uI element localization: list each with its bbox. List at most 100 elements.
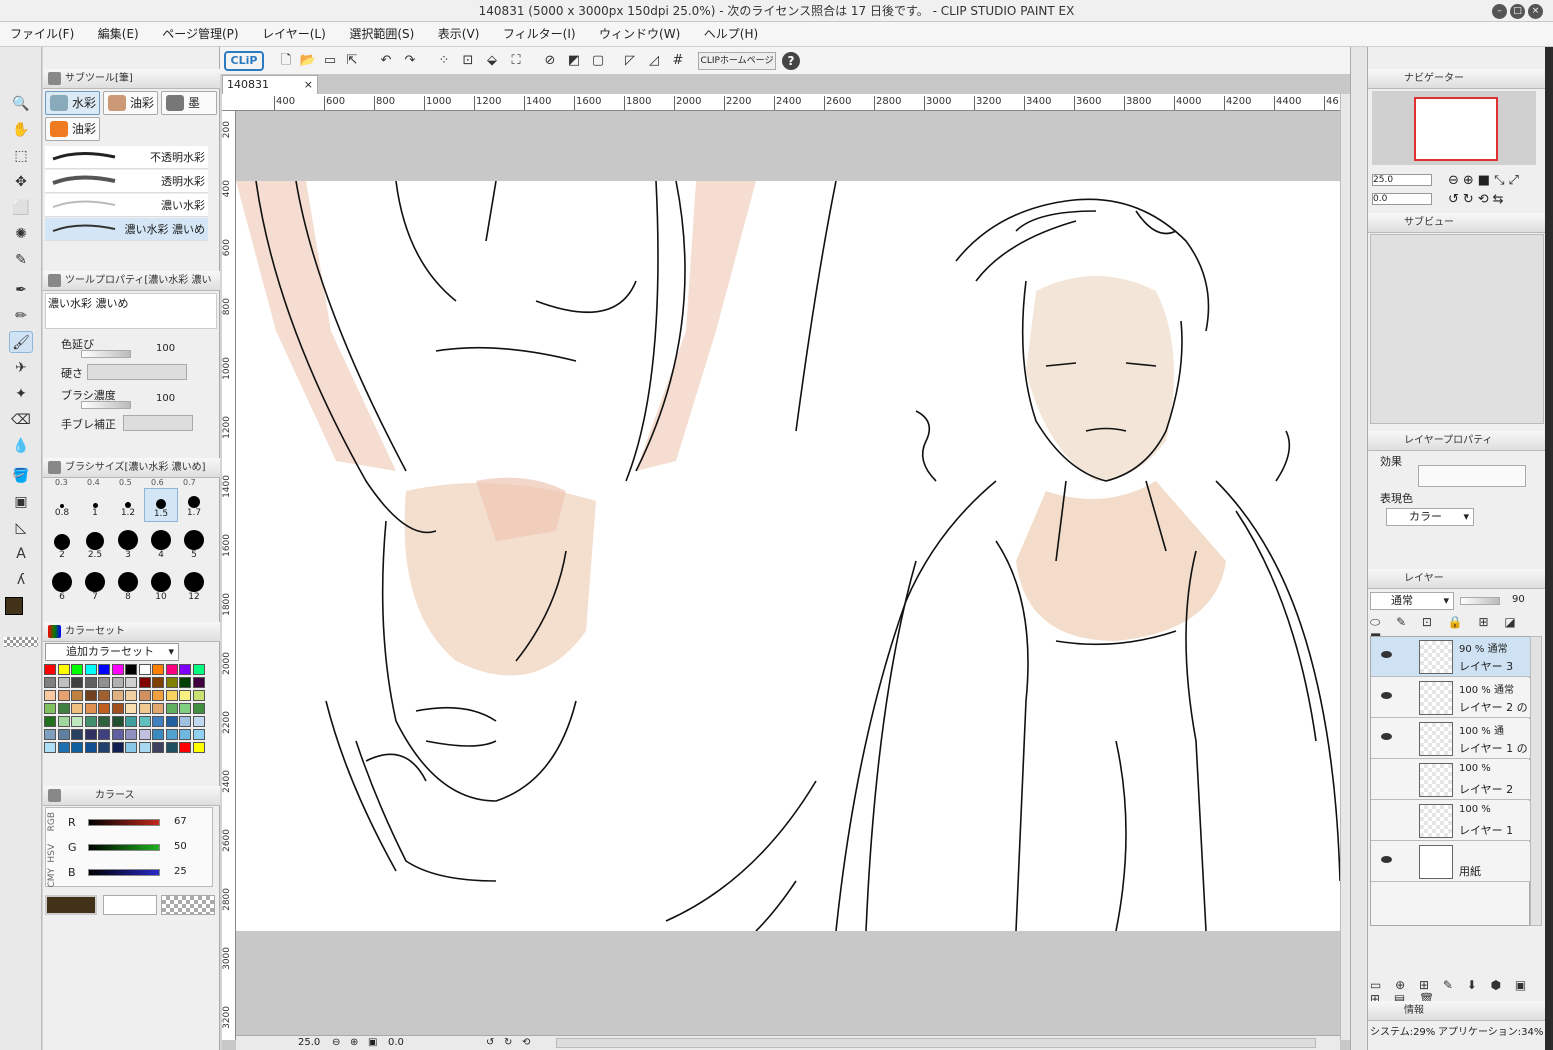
menu-help[interactable]: ヘルプ(H) — [694, 22, 768, 46]
rotate-left-icon[interactable]: ↺ — [486, 1036, 494, 1050]
fit-icon[interactable]: ▣ — [368, 1036, 377, 1050]
export-icon[interactable]: ⇱ — [342, 51, 362, 71]
auto-select-icon[interactable]: ✺ — [9, 223, 33, 245]
hand-tool-icon[interactable]: ✋ — [9, 119, 33, 141]
color-swatch[interactable] — [111, 729, 124, 740]
color-swatch[interactable] — [192, 742, 205, 753]
maximize-icon[interactable]: □ — [1510, 4, 1525, 19]
color-swatch[interactable] — [71, 677, 83, 688]
nav-zoom-buttons[interactable]: ⊖⊕■⤡⤢ — [1448, 173, 1523, 188]
brush-size-option[interactable]: 1.5 — [144, 488, 178, 522]
drawing-canvas[interactable] — [236, 181, 1340, 931]
blend-tool-icon[interactable]: 💧 — [9, 435, 33, 457]
color-swatch[interactable] — [125, 690, 137, 701]
brush-size-option[interactable]: 6 — [45, 572, 79, 606]
clear-icon[interactable]: ⊘ — [540, 51, 560, 71]
color-swatch[interactable] — [138, 729, 151, 740]
color-swatch[interactable] — [44, 729, 56, 740]
menu-page[interactable]: ページ管理(P) — [152, 22, 248, 46]
color-swatch[interactable] — [152, 677, 164, 688]
brush-size-option[interactable]: 3 — [111, 530, 145, 564]
mode-hsv[interactable]: HSV — [47, 844, 57, 863]
menu-file[interactable]: ファイル(F) — [0, 22, 84, 46]
move-tool-icon[interactable]: ✥ — [9, 171, 33, 193]
selection-tool-icon[interactable]: ⬜ — [9, 197, 33, 219]
reset-rotate-icon[interactable]: ⟲ — [522, 1036, 530, 1050]
brush-size-option[interactable]: 8 — [111, 572, 145, 606]
color-swatch[interactable] — [138, 716, 151, 727]
color-swatch[interactable] — [179, 742, 191, 753]
clip-logo-button[interactable]: CLiP — [224, 51, 264, 71]
color-swatch[interactable] — [125, 664, 137, 675]
close-icon[interactable]: × — [1528, 4, 1543, 19]
subview-area[interactable] — [1370, 234, 1544, 424]
help-icon[interactable]: ? — [782, 52, 800, 70]
color-swatch[interactable] — [125, 729, 137, 740]
color-swatch[interactable] — [165, 716, 178, 727]
color-swatch[interactable] — [111, 703, 124, 714]
undo-icon[interactable]: ↶ — [376, 51, 396, 71]
angle-value[interactable]: 0.0 — [388, 1036, 404, 1050]
ruler-snap-icon[interactable]: ◸ — [620, 51, 640, 71]
deselect-icon[interactable]: ▢ — [588, 51, 608, 71]
current-sub-color[interactable] — [103, 895, 157, 915]
color-swatch[interactable] — [71, 729, 83, 740]
color-swatch[interactable] — [138, 677, 151, 688]
color-swatch[interactable] — [125, 716, 137, 727]
nav-zoom-field[interactable]: 25.0 — [1372, 174, 1432, 186]
color-swatch[interactable] — [111, 664, 124, 675]
channel-slider[interactable] — [88, 844, 160, 851]
brush-density-slider[interactable] — [81, 401, 131, 409]
document-tab[interactable]: 140831 × — [222, 75, 318, 94]
color-swatch[interactable] — [152, 703, 164, 714]
brush-size-option[interactable]: 7 — [78, 572, 112, 606]
scale-icon[interactable]: ⊡ — [458, 51, 478, 71]
current-main-color[interactable] — [45, 895, 97, 915]
layer-row[interactable]: 100 % 通常レイヤー 2 のコ — [1371, 678, 1531, 730]
brush-size-option[interactable]: 1 — [78, 488, 112, 522]
color-swatch[interactable] — [179, 729, 191, 740]
color-swatch[interactable] — [57, 664, 70, 675]
text-tool-icon[interactable]: A — [9, 543, 33, 565]
color-swatch[interactable] — [111, 677, 124, 688]
layer-opacity-slider[interactable] — [1460, 597, 1500, 605]
close-tab-icon[interactable]: × — [304, 76, 313, 94]
color-swatch[interactable] — [98, 742, 110, 753]
decoration-tool-icon[interactable]: ✦ — [9, 383, 33, 405]
blend-mode-dropdown[interactable]: 通常 ▾ — [1370, 592, 1454, 610]
color-swatch[interactable] — [84, 716, 97, 727]
color-swatch[interactable] — [84, 703, 97, 714]
color-swatch[interactable] — [192, 690, 205, 701]
color-swatch[interactable] — [152, 690, 164, 701]
eye-icon[interactable] — [1381, 692, 1392, 699]
brush-item[interactable]: 透明水彩 — [45, 170, 208, 193]
color-swatch[interactable] — [71, 703, 83, 714]
color-swatch[interactable] — [192, 729, 205, 740]
horizontal-scrollbar[interactable] — [556, 1038, 1316, 1048]
channel-slider[interactable] — [88, 819, 160, 826]
eyedropper-icon[interactable]: ✎ — [9, 249, 33, 271]
subtab-ink[interactable]: 墨 — [161, 91, 217, 115]
main-color-swatch[interactable] — [5, 597, 23, 615]
layer-bottom-buttons[interactable]: ▭ ⊕ ⊞ ✎ ⬇ ⬢ ▣ ⊞ ▤ 🗑 — [1370, 978, 1544, 1006]
brush-size-option[interactable]: 0.8 — [45, 488, 79, 522]
open-file-icon[interactable]: 📂 — [298, 51, 318, 71]
color-swatch[interactable] — [138, 664, 151, 675]
color-swatch[interactable] — [84, 664, 97, 675]
color-swatch[interactable] — [57, 716, 70, 727]
brush-tool-icon[interactable]: 🖌 — [9, 331, 33, 353]
color-swatch[interactable] — [165, 690, 178, 701]
color-swatch[interactable] — [57, 703, 70, 714]
layer-row[interactable]: 90 % 通常 レイヤー 3 — [1371, 637, 1531, 677]
eye-icon[interactable] — [1381, 733, 1392, 740]
layer-row[interactable]: 100 % 通レイヤー 1 のコ — [1371, 719, 1531, 771]
color-swatch[interactable] — [71, 690, 83, 701]
color-swatch[interactable] — [138, 742, 151, 753]
color-swatch[interactable] — [84, 742, 97, 753]
minimize-icon[interactable]: – — [1492, 4, 1507, 19]
transform-icon[interactable]: ⁘ — [434, 51, 454, 71]
stabilization-steps[interactable] — [123, 415, 193, 431]
color-swatch[interactable] — [57, 742, 70, 753]
vertical-scrollbar[interactable] — [1340, 94, 1350, 1040]
color-swatch[interactable] — [84, 690, 97, 701]
